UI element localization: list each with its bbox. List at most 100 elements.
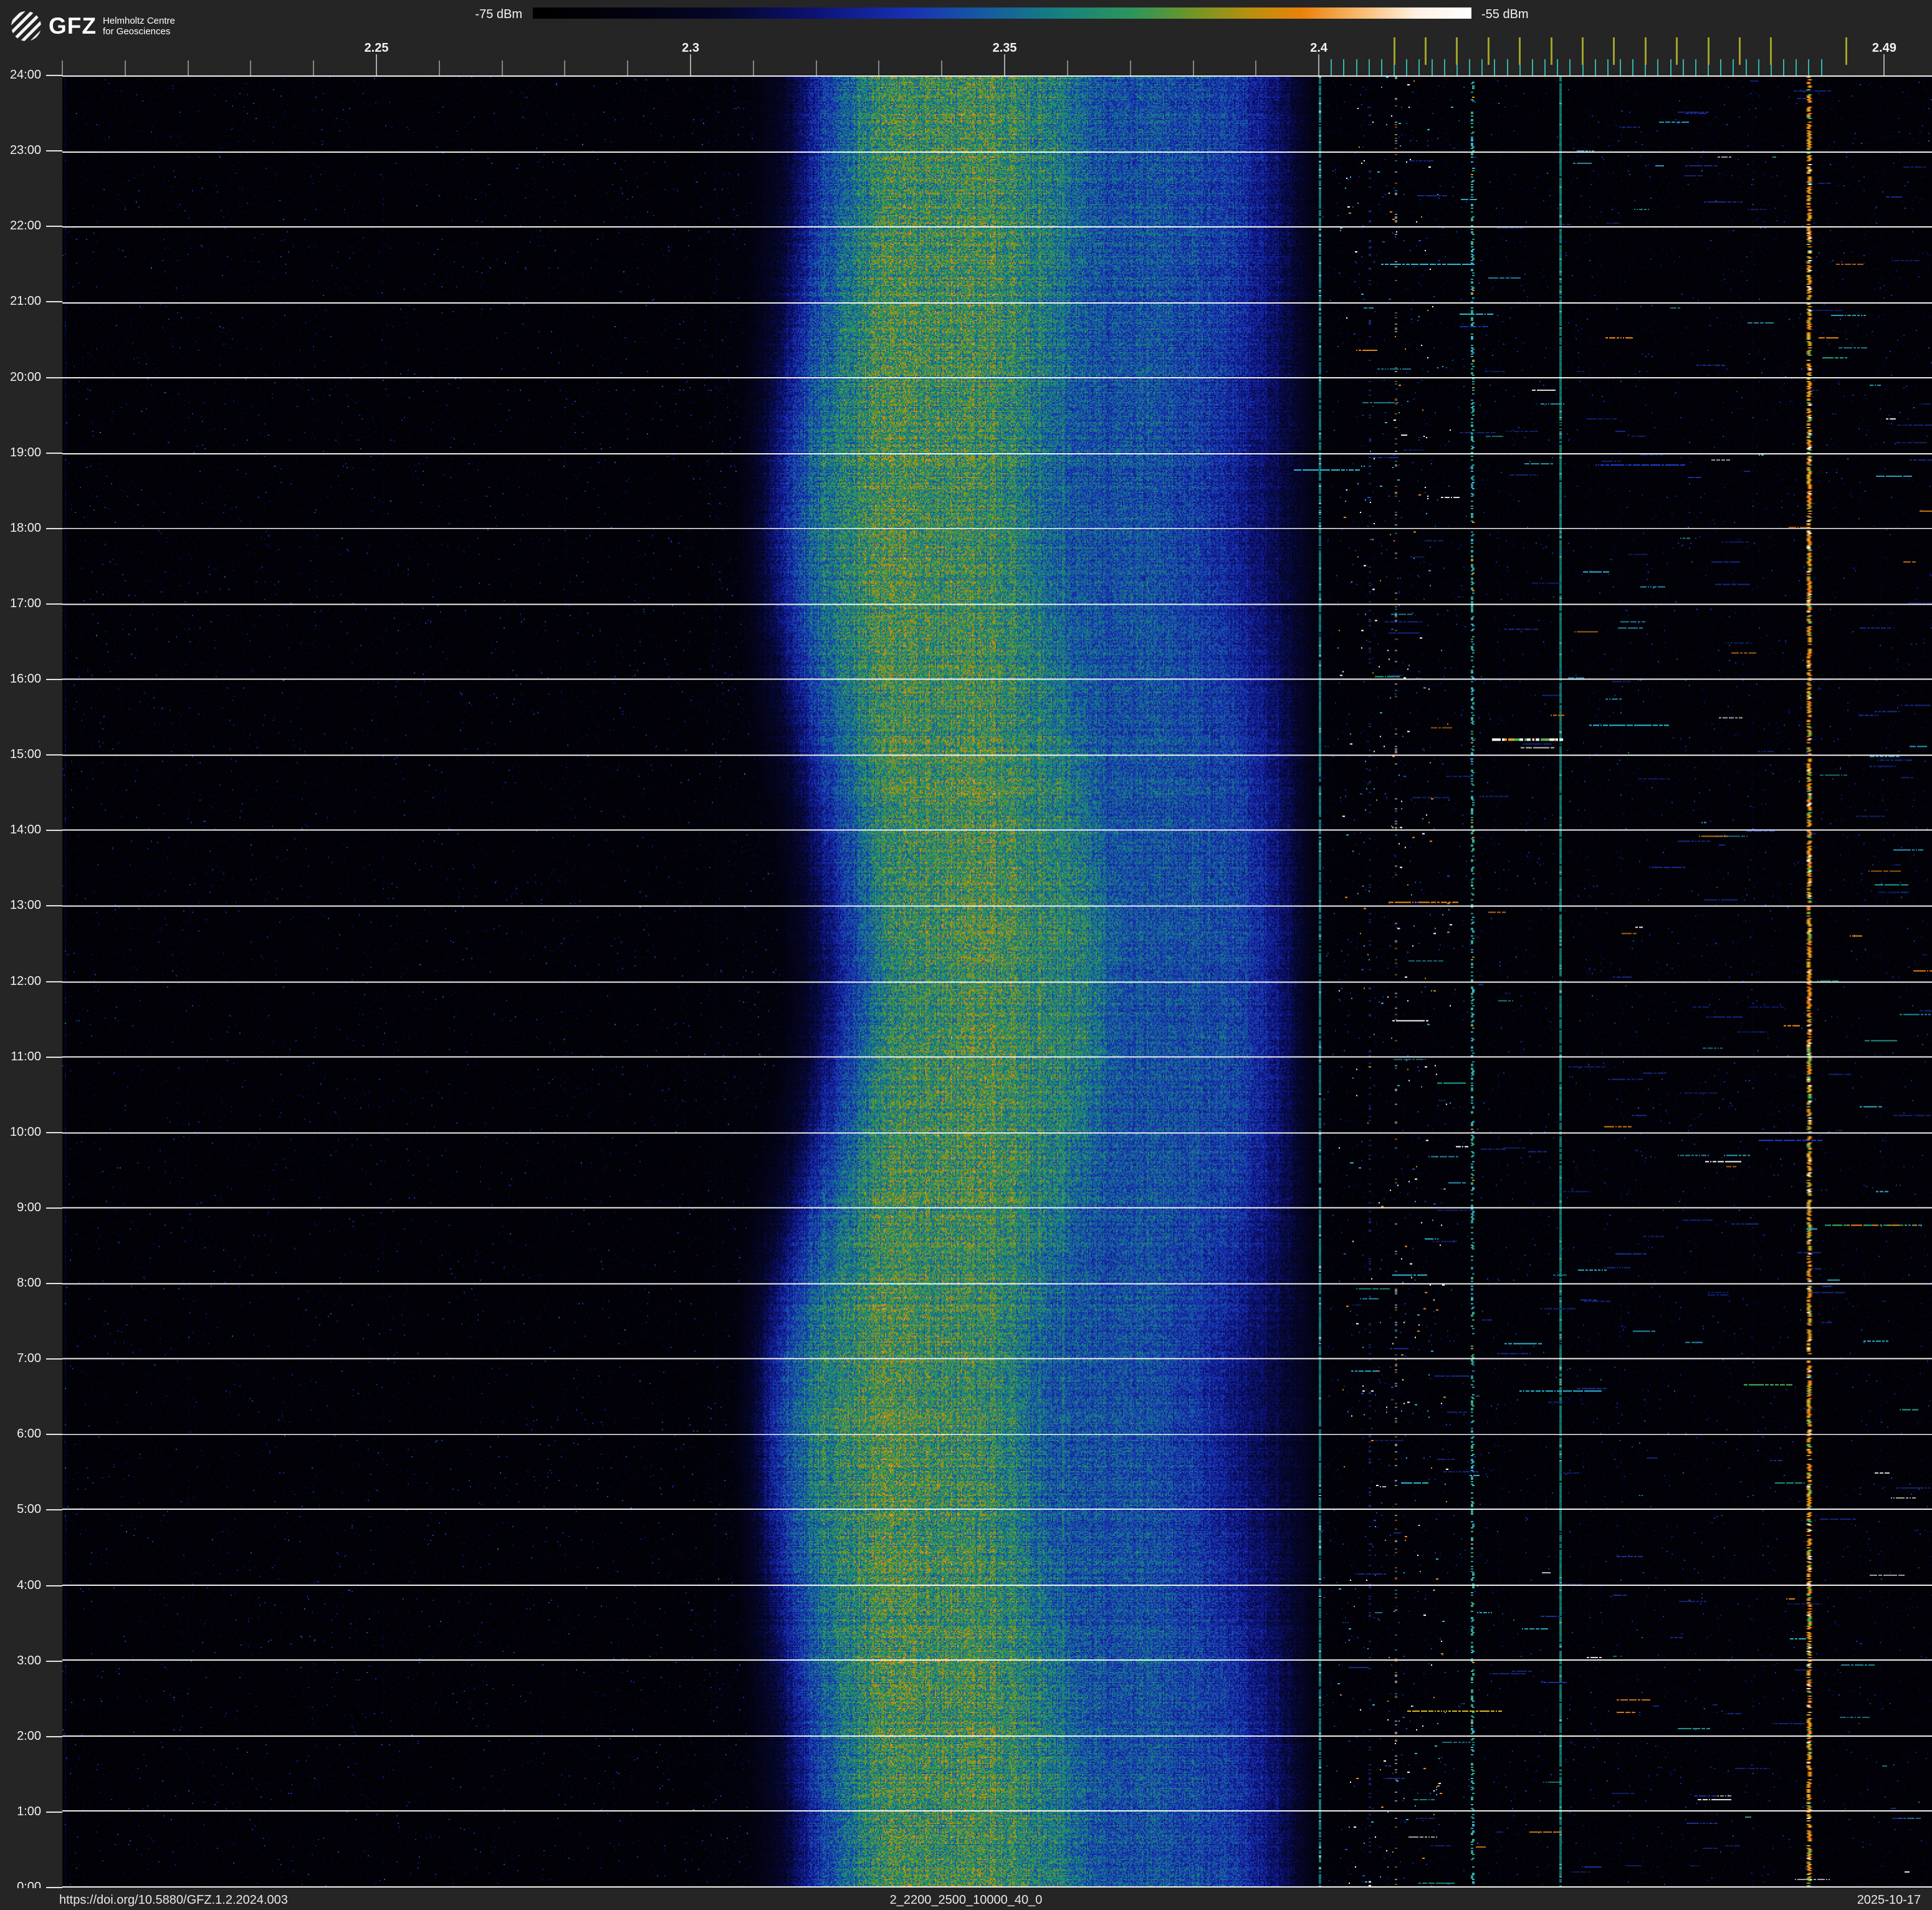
channel-tick-cyan [1757, 59, 1759, 75]
freq-tick-label: 2.49 [1872, 41, 1896, 55]
channel-tick-cyan [1481, 59, 1483, 75]
channel-tick-cyan [1733, 59, 1734, 75]
time-tick-label: 22:00 [9, 219, 41, 233]
freq-minor-tick [124, 60, 126, 75]
channel-tick-yellow [1456, 37, 1458, 65]
freq-minor-tick [627, 60, 629, 75]
time-tick [46, 1131, 62, 1133]
time-tick-label: 11:00 [11, 1049, 41, 1063]
freq-major-tick [1883, 54, 1885, 75]
time-tick-label: 21:00 [9, 294, 41, 309]
channel-tick-yellow [1487, 37, 1490, 65]
channel-tick-yellow [1393, 37, 1395, 65]
channel-tick-cyan [1695, 59, 1696, 75]
channel-tick-cyan [1594, 59, 1596, 75]
freq-minor-tick [878, 60, 880, 75]
freq-minor-tick [1066, 60, 1068, 75]
time-tick-label: 16:00 [9, 672, 41, 686]
time-tick-label: 1:00 [17, 1804, 41, 1818]
time-tick [46, 1660, 62, 1662]
freq-minor-tick [564, 60, 566, 75]
freq-minor-tick [187, 60, 189, 75]
time-tick-label: 8:00 [17, 1276, 41, 1290]
footer-date: 2025-10-17 [1857, 1893, 1921, 1907]
freq-minor-tick [313, 60, 315, 75]
time-tick [46, 1735, 62, 1737]
channel-tick-cyan [1544, 59, 1546, 75]
footer-bar: https://doi.org/10.5880/GFZ.1.2.2024.003… [0, 1888, 1932, 1910]
channel-tick-cyan [1418, 59, 1420, 75]
time-tick [46, 1585, 62, 1586]
time-tick [46, 1283, 62, 1284]
time-tick-label: 24:00 [9, 68, 41, 82]
channel-tick-cyan [1820, 59, 1822, 75]
time-tick-label: 19:00 [9, 445, 41, 459]
time-tick [46, 754, 62, 756]
channel-tick-cyan [1494, 59, 1496, 75]
channel-tick-cyan [1356, 59, 1357, 75]
time-tick [46, 377, 62, 378]
channel-tick-yellow [1582, 37, 1584, 65]
time-tick-label: 20:00 [9, 370, 41, 384]
channel-tick-cyan [1331, 59, 1332, 75]
channel-tick-yellow [1676, 37, 1678, 65]
time-tick-label: 10:00 [9, 1125, 41, 1139]
time-tick-label: 7:00 [17, 1351, 41, 1366]
time-tick [46, 603, 62, 605]
channel-tick-cyan [1531, 59, 1533, 75]
freq-tick-label: 2.3 [682, 41, 699, 55]
time-tick-label: 6:00 [17, 1427, 41, 1441]
channel-tick-cyan [1720, 59, 1722, 75]
channel-tick-cyan [1557, 59, 1559, 75]
channel-tick-cyan [1506, 59, 1508, 75]
time-tick [46, 1509, 62, 1511]
channel-tick-cyan [1620, 59, 1621, 75]
freq-minor-tick [815, 60, 817, 75]
channel-tick-yellow [1770, 37, 1772, 65]
channel-tick-yellow [1845, 37, 1848, 65]
channel-tick-cyan [1569, 59, 1571, 75]
freq-major-tick [376, 54, 378, 75]
freq-minor-tick [941, 60, 943, 75]
time-tick-label: 9:00 [17, 1200, 41, 1214]
time-tick [46, 150, 62, 152]
spectrogram-page: GFZ Helmholtz Centre for Geosciences -75… [0, 0, 1932, 1910]
time-tick-label: 15:00 [9, 747, 41, 762]
time-tick [46, 679, 62, 680]
freq-tick-label: 2.25 [364, 41, 389, 55]
time-tick [46, 981, 62, 982]
time-tick-label: 2:00 [17, 1729, 41, 1743]
time-tick [46, 1811, 62, 1813]
time-tick-label: 12:00 [9, 974, 41, 988]
channel-tick-cyan [1657, 59, 1659, 75]
channel-tick-cyan [1368, 59, 1370, 75]
channel-tick-cyan [1632, 59, 1634, 75]
time-tick-label: 3:00 [17, 1653, 41, 1668]
freq-minor-tick [1255, 60, 1257, 75]
channel-tick-cyan [1406, 59, 1408, 75]
time-tick [46, 75, 62, 76]
freq-minor-tick [1129, 60, 1131, 75]
time-tick [46, 527, 62, 529]
channel-tick-yellow [1550, 37, 1552, 65]
time-tick [46, 226, 62, 228]
time-tick [46, 905, 62, 907]
channel-tick-cyan [1670, 59, 1671, 75]
time-tick-label: 5:00 [17, 1502, 41, 1517]
freq-tick-label: 2.35 [992, 41, 1017, 55]
frequency-axis: 2.25 2.3 2.35 2.4 2.49 [0, 0, 1932, 75]
time-tick [46, 1207, 62, 1209]
freq-minor-tick [752, 60, 754, 75]
time-tick [46, 830, 62, 832]
channel-tick-cyan [1808, 59, 1810, 75]
time-tick [46, 1358, 62, 1360]
freq-major-tick [690, 54, 692, 75]
freq-major-tick [1004, 54, 1006, 75]
channel-tick-yellow [1613, 37, 1615, 65]
time-tick-label: 14:00 [9, 823, 41, 837]
channel-tick-cyan [1380, 59, 1382, 75]
channel-tick-yellow [1644, 37, 1647, 65]
channel-tick-cyan [1682, 59, 1684, 75]
time-tick [46, 452, 62, 454]
channel-tick-cyan [1783, 59, 1785, 75]
